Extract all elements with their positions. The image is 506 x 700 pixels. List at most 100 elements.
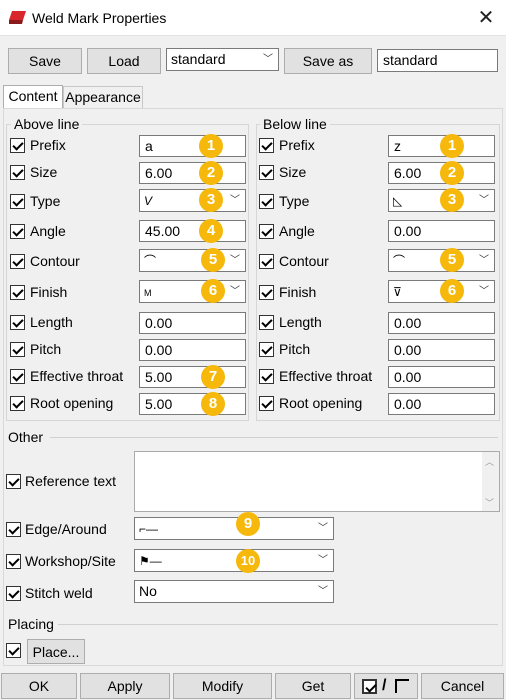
close-icon[interactable]: ✕ <box>474 6 498 30</box>
above-line-title: Above line <box>11 116 83 132</box>
save-button[interactable]: Save <box>8 48 82 74</box>
above-prefix-checkbox[interactable] <box>10 138 25 153</box>
workshop-site-select[interactable]: ⚑— ﹀ <box>134 549 334 572</box>
callout-badge: 10 <box>236 549 260 573</box>
chevron-down-icon: ﹀ <box>318 523 328 534</box>
placing-checkbox[interactable] <box>6 643 21 658</box>
tab-content[interactable]: Content <box>3 85 63 109</box>
chevron-down-icon: ﹀ <box>230 195 240 206</box>
above-type-checkbox[interactable] <box>10 194 25 209</box>
callout-badge: 5 <box>201 248 225 272</box>
below-length-input[interactable]: 0.00 <box>388 312 495 334</box>
below-angle-checkbox[interactable] <box>259 224 274 239</box>
workshop-site-checkbox[interactable] <box>6 554 21 569</box>
ok-button[interactable]: OK <box>1 673 77 699</box>
below-type-checkbox[interactable] <box>259 194 274 209</box>
checked-box-icon <box>362 679 377 694</box>
above-finish-checkbox[interactable] <box>10 285 25 300</box>
cancel-button[interactable]: Cancel <box>421 673 504 699</box>
above-contour-select[interactable]: ⌒ ﹀ <box>139 249 246 272</box>
below-type-label: Type <box>279 193 310 209</box>
above-contour-label: Contour <box>30 253 80 269</box>
above-size-label: Size <box>30 164 58 180</box>
above-effective-throat-input[interactable]: 5.00 <box>139 366 246 388</box>
below-root-opening-label: Root opening <box>279 395 363 411</box>
callout-badge: 3 <box>440 188 464 212</box>
scroll-down-icon[interactable]: ﹀ <box>485 496 494 509</box>
stitch-weld-select[interactable]: No ﹀ <box>134 580 334 603</box>
below-root-opening-checkbox[interactable] <box>259 396 274 411</box>
above-effective-throat-label: Effective throat <box>30 368 124 384</box>
modify-button[interactable]: Modify <box>173 673 272 699</box>
get-button[interactable]: Get <box>275 673 351 699</box>
edge-around-symbol-icon: ⌐— <box>139 522 159 536</box>
chevron-down-icon: ﹀ <box>479 255 489 266</box>
reference-text-scrollbar[interactable]: ︿ ﹀ <box>482 452 499 511</box>
below-length-checkbox[interactable] <box>259 315 274 330</box>
callout-badge: 2 <box>440 161 464 185</box>
reference-text-area[interactable]: ︿ ﹀ <box>134 451 500 512</box>
above-size-checkbox[interactable] <box>10 165 25 180</box>
below-angle-label: Angle <box>279 223 315 239</box>
contour-convex-icon: ⌒ <box>144 254 157 268</box>
contour-convex-icon: ⌒ <box>393 254 406 268</box>
below-size-checkbox[interactable] <box>259 165 274 180</box>
edge-around-checkbox[interactable] <box>6 522 21 537</box>
above-size-input[interactable]: 6.00 <box>139 162 246 184</box>
site-flag-icon: ⚑— <box>139 554 162 568</box>
below-pitch-label: Pitch <box>279 341 311 357</box>
callout-badge: 3 <box>199 188 223 212</box>
tab-appearance[interactable]: Appearance <box>63 86 143 108</box>
above-length-checkbox[interactable] <box>10 315 25 330</box>
above-angle-label: Angle <box>30 223 66 239</box>
preset-select[interactable]: standard ﹀ <box>166 48 279 71</box>
chevron-down-icon: ﹀ <box>230 255 240 266</box>
reference-text-label: Reference text <box>25 473 117 489</box>
above-pitch-input[interactable]: 0.00 <box>139 339 246 361</box>
above-type-select[interactable]: V ﹀ <box>139 189 246 212</box>
below-finish-checkbox[interactable] <box>259 285 274 300</box>
stitch-weld-checkbox[interactable] <box>6 586 21 601</box>
edge-around-select[interactable]: ⌐— ﹀ <box>134 517 334 540</box>
above-angle-input[interactable]: 45.00 <box>139 220 246 242</box>
below-root-opening-input[interactable]: 0.00 <box>388 393 495 415</box>
above-root-opening-checkbox[interactable] <box>10 396 25 411</box>
placing-divider <box>58 624 498 625</box>
below-effective-throat-checkbox[interactable] <box>259 369 274 384</box>
save-as-name-input[interactable]: standard <box>377 49 498 72</box>
toggle-checkboxes-button[interactable]: / <box>354 673 418 699</box>
above-prefix-input[interactable]: a <box>139 135 246 157</box>
weld-fillet-type-icon: ◺ <box>393 194 403 208</box>
callout-badge: 4 <box>199 219 223 243</box>
scroll-up-icon[interactable]: ︿ <box>485 455 494 468</box>
stitch-weld-value: No <box>139 583 157 599</box>
callout-badge: 1 <box>440 134 464 158</box>
callout-badge: 8 <box>201 392 225 416</box>
below-pitch-input[interactable]: 0.00 <box>388 339 495 361</box>
chevron-down-icon: ﹀ <box>318 555 328 566</box>
above-contour-checkbox[interactable] <box>10 254 25 269</box>
below-contour-checkbox[interactable] <box>259 254 274 269</box>
above-pitch-checkbox[interactable] <box>10 342 25 357</box>
below-prefix-checkbox[interactable] <box>259 138 274 153</box>
above-prefix-label: Prefix <box>30 137 66 153</box>
save-as-button[interactable]: Save as <box>284 48 372 74</box>
reference-text-checkbox[interactable] <box>6 474 21 489</box>
chevron-down-icon: ﹀ <box>263 54 273 65</box>
above-length-input[interactable]: 0.00 <box>139 312 246 334</box>
above-root-opening-input[interactable]: 5.00 <box>139 393 246 415</box>
window-title: Weld Mark Properties <box>32 10 167 26</box>
below-pitch-checkbox[interactable] <box>259 342 274 357</box>
apply-button[interactable]: Apply <box>80 673 170 699</box>
above-finish-select[interactable]: M ﹀ <box>139 280 246 303</box>
callout-badge: 7 <box>201 365 225 389</box>
below-angle-input[interactable]: 0.00 <box>388 220 495 242</box>
workshop-site-label: Workshop/Site <box>25 553 116 569</box>
below-effective-throat-input[interactable]: 0.00 <box>388 366 495 388</box>
above-finish-label: Finish <box>30 284 68 300</box>
load-button[interactable]: Load <box>87 48 161 74</box>
above-angle-checkbox[interactable] <box>10 224 25 239</box>
above-length-label: Length <box>30 314 73 330</box>
above-effective-throat-checkbox[interactable] <box>10 369 25 384</box>
place-button[interactable]: Place... <box>27 639 85 664</box>
